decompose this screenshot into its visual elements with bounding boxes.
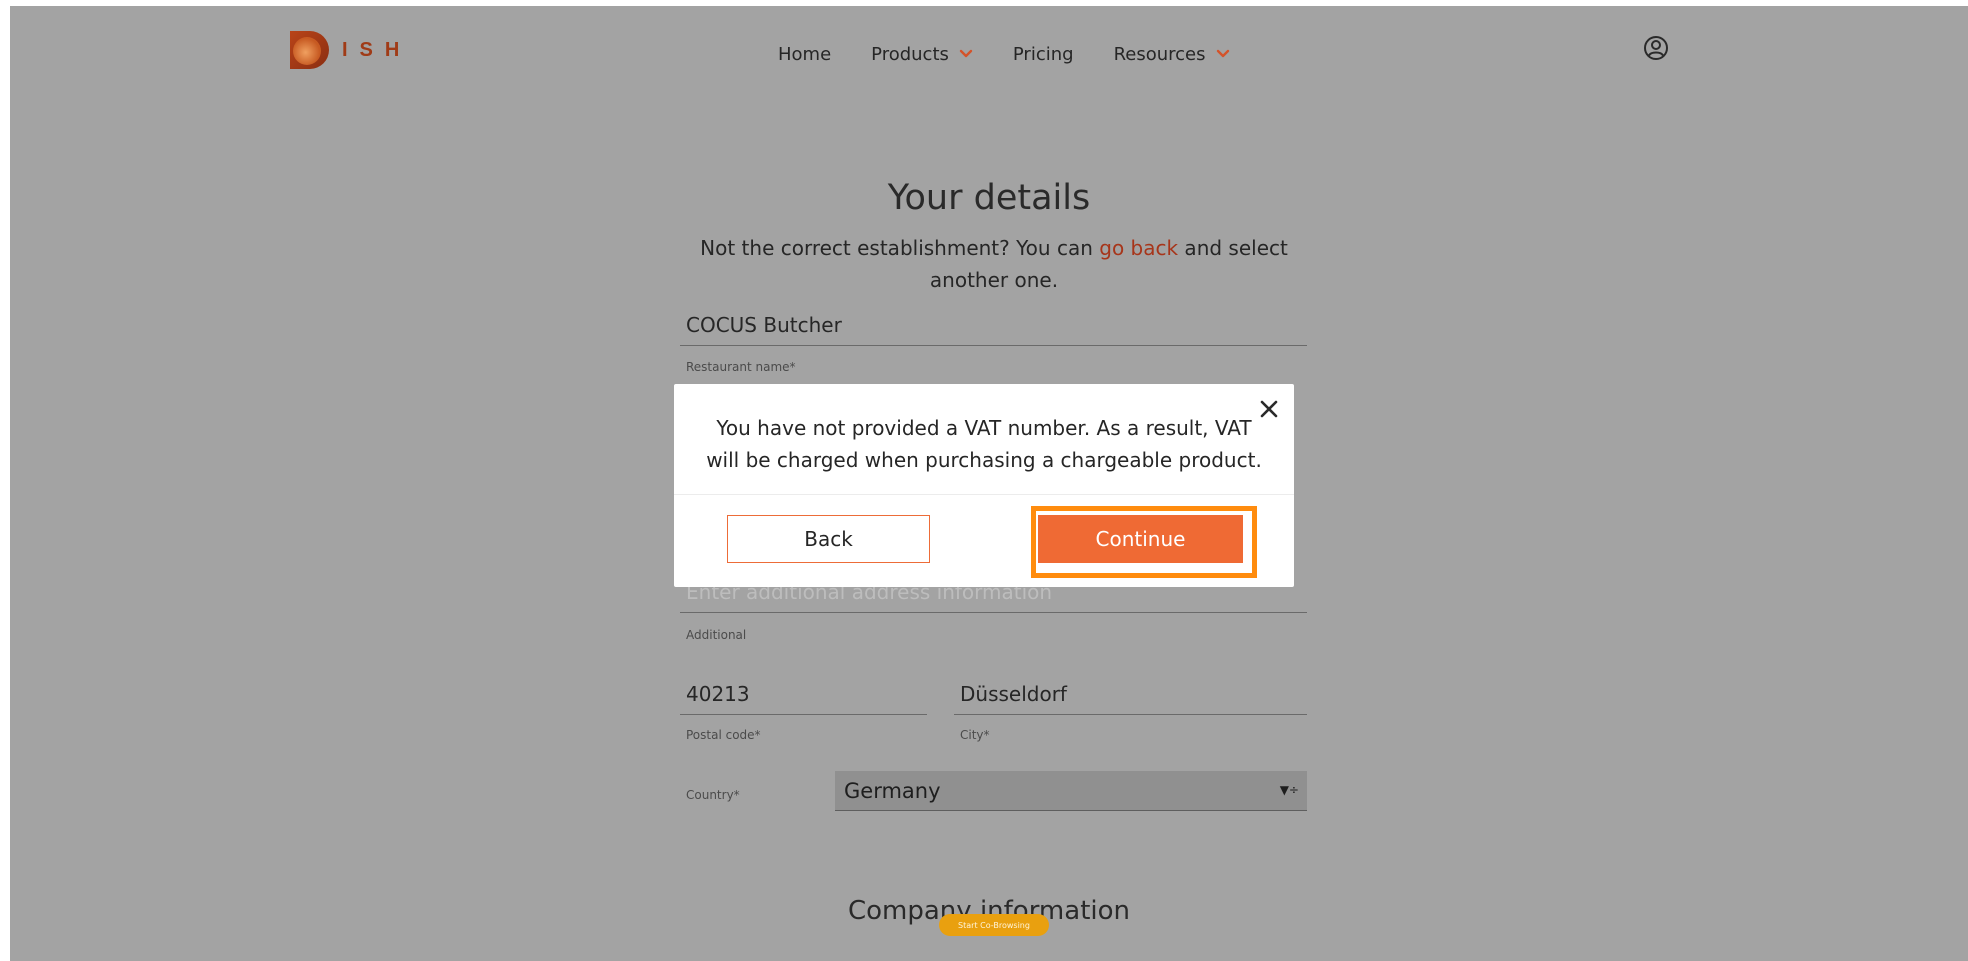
page-title: Your details bbox=[887, 178, 1091, 218]
city-field[interactable]: Düsseldorf bbox=[954, 682, 1307, 715]
user-circle-icon[interactable] bbox=[1642, 34, 1670, 62]
cobrowse-button[interactable]: Start Co-Browsing bbox=[939, 914, 1049, 936]
modal-message: You have not provided a VAT number. As a… bbox=[706, 416, 1262, 472]
subtitle: Not the correct establishment? You can g… bbox=[684, 232, 1304, 296]
additional-label: Additional bbox=[686, 628, 747, 642]
nav-resources-label: Resources bbox=[1113, 43, 1206, 65]
dish-logo-icon bbox=[290, 31, 329, 69]
country-label: Country* bbox=[686, 788, 740, 802]
subtitle-text: Not the correct establishment? You can bbox=[700, 236, 1100, 260]
go-back-link[interactable]: go back bbox=[1099, 236, 1178, 260]
postal-code-label: Postal code* bbox=[686, 728, 761, 742]
logo[interactable]: ISH bbox=[286, 28, 411, 72]
restaurant-name-label: Restaurant name* bbox=[686, 360, 796, 374]
chevron-down-icon bbox=[959, 49, 973, 58]
nav-products[interactable]: Products bbox=[871, 44, 973, 65]
chevron-down-icon bbox=[1216, 49, 1229, 58]
logo-text: ISH bbox=[342, 38, 412, 61]
city-label: City* bbox=[960, 728, 990, 742]
nav-resources[interactable]: Resources bbox=[1114, 44, 1230, 65]
nav-pricing-label: Pricing bbox=[1012, 43, 1074, 65]
country-value: Germany bbox=[844, 778, 941, 803]
continue-button[interactable]: Continue bbox=[1038, 515, 1243, 563]
country-select[interactable]: Germany ▼÷ bbox=[835, 771, 1307, 811]
postal-code-field[interactable]: 40213 bbox=[680, 682, 927, 715]
restaurant-name-field[interactable]: COCUS Butcher bbox=[680, 313, 1307, 346]
nav-products-label: Products bbox=[871, 43, 949, 65]
page-overlay: ISH Home Products Pricing Resources Your… bbox=[10, 6, 1968, 961]
nav-pricing[interactable]: Pricing bbox=[1013, 44, 1074, 65]
nav-home-label: Home bbox=[778, 43, 832, 65]
vat-warning-modal: You have not provided a VAT number. As a… bbox=[674, 384, 1294, 587]
back-button[interactable]: Back bbox=[727, 515, 930, 563]
select-arrows-icon: ▼÷ bbox=[1279, 783, 1299, 797]
main-nav: Home Products Pricing Resources bbox=[778, 34, 1270, 74]
nav-home[interactable]: Home bbox=[778, 44, 831, 65]
modal-divider bbox=[674, 494, 1294, 495]
